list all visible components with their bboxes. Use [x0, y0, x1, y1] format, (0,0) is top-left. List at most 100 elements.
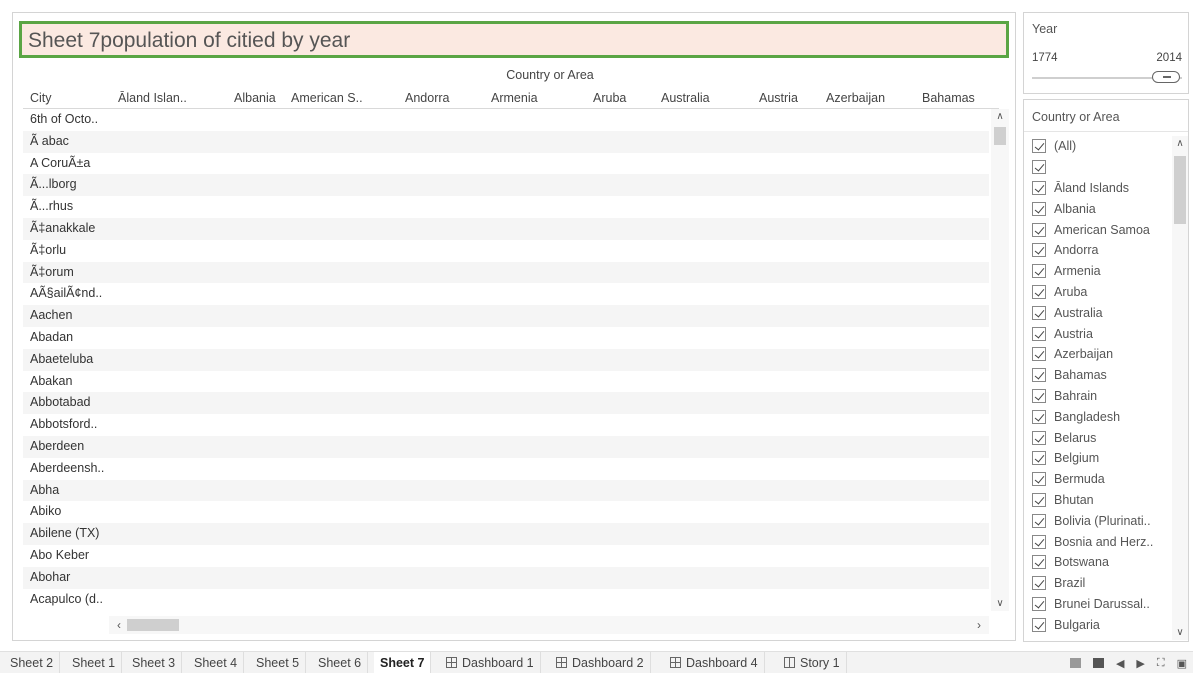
- checkbox-checked-icon[interactable]: [1032, 201, 1046, 216]
- scroll-up-icon[interactable]: ∧: [1172, 138, 1188, 149]
- tab-sheet-3[interactable]: Sheet 3: [126, 652, 183, 673]
- country-filter-item[interactable]: Bulgaria: [1032, 614, 1168, 635]
- column-header[interactable]: American S..: [291, 91, 363, 105]
- checkbox-checked-icon[interactable]: [1032, 264, 1046, 279]
- column-header[interactable]: Aruba: [593, 91, 626, 105]
- country-filter-item[interactable]: Brazil: [1032, 573, 1168, 594]
- country-filter-item[interactable]: Bolivia (Plurinati..: [1032, 510, 1168, 531]
- table-row[interactable]: Ã...lborg: [23, 174, 989, 197]
- country-filter-item[interactable]: Botswana: [1032, 552, 1168, 573]
- table-row[interactable]: Ã‡orlu: [23, 240, 989, 262]
- country-filter-item[interactable]: Bahamas: [1032, 365, 1168, 386]
- checkbox-checked-icon[interactable]: [1032, 139, 1046, 154]
- country-filter-item[interactable]: Austria: [1032, 323, 1168, 344]
- next-sheet-icon[interactable]: ▶: [1136, 657, 1144, 670]
- country-list-scrollbar[interactable]: ∧ ∨: [1172, 136, 1188, 640]
- country-filter-item[interactable]: Andorra: [1032, 240, 1168, 261]
- sheet-sorter-icon[interactable]: [1092, 658, 1104, 668]
- country-filter-item[interactable]: Bangladesh: [1032, 406, 1168, 427]
- table-row[interactable]: Abilene (TX): [23, 523, 989, 545]
- checkbox-checked-icon[interactable]: [1032, 243, 1046, 258]
- country-filter-item[interactable]: American Samoa: [1032, 219, 1168, 240]
- column-header[interactable]: Armenia: [491, 91, 538, 105]
- table-row[interactable]: Abohar: [23, 566, 989, 589]
- table-row[interactable]: Ã...rhus: [23, 196, 989, 218]
- country-filter-item[interactable]: Albania: [1032, 198, 1168, 219]
- checkbox-checked-icon[interactable]: [1032, 492, 1046, 507]
- checkbox-checked-icon[interactable]: [1032, 617, 1046, 632]
- previous-sheet-icon[interactable]: ◀: [1116, 657, 1124, 670]
- table-row[interactable]: Abadan: [23, 327, 989, 349]
- tab-dashboard-4[interactable]: Dashboard 4: [664, 652, 765, 673]
- country-filter-item[interactable]: Belgium: [1032, 448, 1168, 469]
- tab-story-1[interactable]: Story 1: [778, 652, 847, 673]
- table-row[interactable]: A CoruÃ±a: [23, 153, 989, 175]
- column-header[interactable]: Bahamas: [922, 91, 975, 105]
- country-filter-item[interactable]: Brunei Darussal..: [1032, 594, 1168, 615]
- country-filter-item[interactable]: Bhutan: [1032, 490, 1168, 511]
- column-header[interactable]: Azerbaijan: [826, 91, 885, 105]
- column-header[interactable]: Āland Islan..: [118, 91, 187, 105]
- table-row[interactable]: Abiko: [23, 501, 989, 523]
- tab-sheet-2[interactable]: Sheet 2: [4, 652, 61, 673]
- scroll-up-icon[interactable]: ∧: [991, 111, 1009, 122]
- table-row[interactable]: Abha: [23, 479, 989, 502]
- checkbox-checked-icon[interactable]: [1032, 555, 1046, 570]
- tab-sheet-6[interactable]: Sheet 6: [312, 652, 369, 673]
- vertical-scrollbar[interactable]: ∧ ∨: [991, 109, 1009, 611]
- country-filter-item[interactable]: Bahrain: [1032, 386, 1168, 407]
- checkbox-checked-icon[interactable]: [1032, 513, 1046, 528]
- column-header[interactable]: Albania: [234, 91, 276, 105]
- country-filter-item[interactable]: Belarus: [1032, 427, 1168, 448]
- scroll-left-icon[interactable]: ‹: [111, 616, 127, 634]
- checkbox-checked-icon[interactable]: [1032, 430, 1046, 445]
- horizontal-scrollbar[interactable]: ‹ ›: [109, 616, 989, 634]
- table-row[interactable]: Ã‡anakkale: [23, 217, 989, 240]
- tab-dashboard-2[interactable]: Dashboard 2: [550, 652, 651, 673]
- tab-sheet-4[interactable]: Sheet 4: [188, 652, 245, 673]
- scroll-thumb[interactable]: [994, 127, 1006, 145]
- table-row[interactable]: Ã abac: [23, 130, 989, 153]
- country-filter-item[interactable]: Azerbaijan: [1032, 344, 1168, 365]
- checkbox-checked-icon[interactable]: [1032, 388, 1046, 403]
- row-header-city[interactable]: City: [30, 91, 52, 105]
- table-row[interactable]: Abo Keber: [23, 545, 989, 567]
- tab-sheet-5[interactable]: Sheet 5: [250, 652, 307, 673]
- checkbox-checked-icon[interactable]: [1032, 576, 1046, 591]
- checkbox-checked-icon[interactable]: [1032, 180, 1046, 195]
- country-filter-item[interactable]: Āland Islands: [1032, 178, 1168, 199]
- table-row[interactable]: Aberdeensh..: [23, 458, 989, 480]
- table-row[interactable]: 6th of Octo..: [23, 109, 989, 131]
- checkbox-checked-icon[interactable]: [1032, 222, 1046, 237]
- table-row[interactable]: Aberdeen: [23, 435, 989, 458]
- table-row[interactable]: Abakan: [23, 371, 989, 393]
- year-slider-handle[interactable]: [1152, 71, 1180, 83]
- checkbox-checked-icon[interactable]: [1032, 534, 1046, 549]
- tab-dashboard-1[interactable]: Dashboard 1: [440, 652, 541, 673]
- country-filter-item[interactable]: (All): [1032, 136, 1168, 157]
- column-header[interactable]: Andorra: [405, 91, 449, 105]
- table-row[interactable]: AÃ§ailÃ¢nd..: [23, 283, 989, 305]
- table-row[interactable]: Ã‡orum: [23, 261, 989, 284]
- table-row[interactable]: Abbotabad: [23, 392, 989, 415]
- checkbox-checked-icon[interactable]: [1032, 409, 1046, 424]
- presentation-mode-icon[interactable]: ▣: [1177, 657, 1187, 670]
- checkbox-checked-icon[interactable]: [1032, 326, 1046, 341]
- scroll-thumb[interactable]: [1174, 156, 1186, 224]
- country-filter-item[interactable]: Australia: [1032, 302, 1168, 323]
- checkbox-checked-icon[interactable]: [1032, 160, 1046, 175]
- checkbox-checked-icon[interactable]: [1032, 368, 1046, 383]
- checkbox-checked-icon[interactable]: [1032, 596, 1046, 611]
- fullscreen-icon[interactable]: ⛶: [1157, 657, 1165, 670]
- sheet-title-box[interactable]: Sheet 7population of citied by year: [19, 21, 1009, 58]
- checkbox-checked-icon[interactable]: [1032, 305, 1046, 320]
- table-row[interactable]: Abaeteluba: [23, 348, 989, 371]
- scroll-right-icon[interactable]: ›: [971, 616, 987, 634]
- scroll-thumb[interactable]: [127, 619, 179, 631]
- scroll-down-icon[interactable]: ∨: [991, 598, 1009, 609]
- country-filter-item[interactable]: Bermuda: [1032, 469, 1168, 490]
- tab-sheet-7[interactable]: Sheet 7: [374, 652, 432, 673]
- country-filter-item[interactable]: Aruba: [1032, 282, 1168, 303]
- table-row[interactable]: Acapulco (d..: [23, 589, 989, 609]
- country-filter-item[interactable]: Bosnia and Herz..: [1032, 531, 1168, 552]
